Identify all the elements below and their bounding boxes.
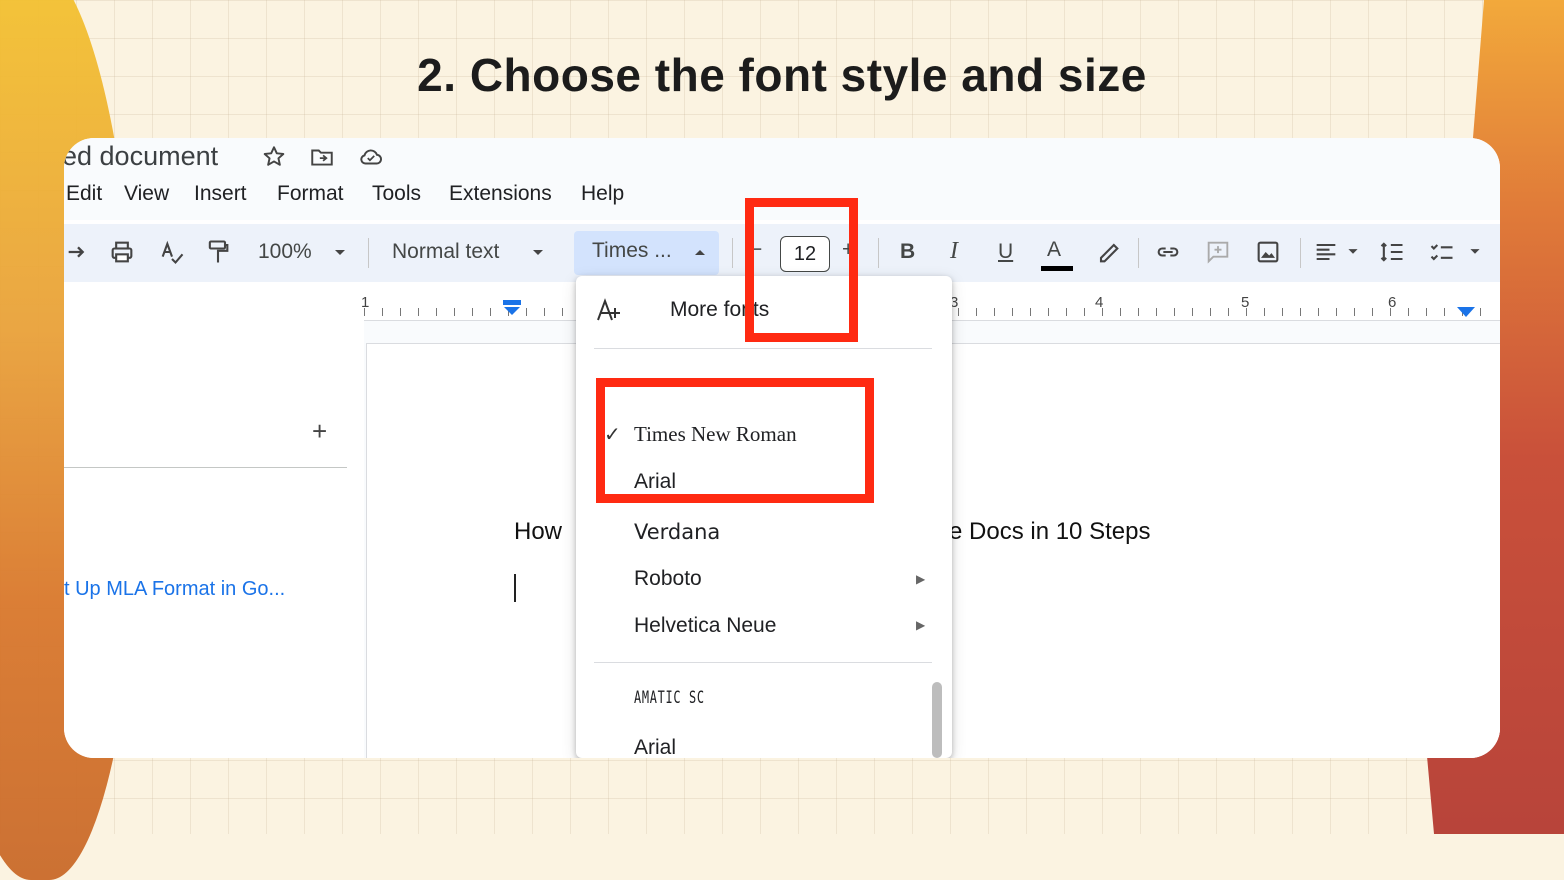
align-left-icon[interactable] [1312, 238, 1340, 266]
add-font-icon [597, 298, 620, 321]
highlight-color-icon[interactable] [1094, 238, 1122, 266]
underline-button[interactable]: U [998, 240, 1013, 264]
text-color-swatch [1041, 266, 1073, 271]
text-color-button[interactable]: A [1039, 232, 1075, 276]
menu-view[interactable]: View [124, 182, 169, 206]
ruler-mark: 1 [361, 294, 370, 311]
font-option-verdana[interactable]: Verdana [634, 520, 720, 544]
text-cursor [514, 574, 516, 602]
toolbar-divider [732, 238, 733, 268]
checklist-icon[interactable] [1428, 238, 1456, 266]
bold-button[interactable]: B [900, 240, 915, 264]
paragraph-style-select[interactable]: Normal text [392, 240, 499, 264]
insert-image-icon[interactable] [1254, 238, 1282, 266]
headline: 2. Choose the font style and size [417, 49, 1147, 101]
font-family-select[interactable]: Times ... [574, 231, 719, 275]
move-folder-icon[interactable] [309, 144, 335, 170]
zoom-select[interactable]: 100% [258, 240, 312, 264]
right-margin-marker-icon[interactable] [1456, 306, 1476, 318]
menu-scrollbar[interactable] [932, 682, 942, 758]
align-dropdown-icon[interactable] [1342, 240, 1364, 262]
paint-format-icon[interactable] [204, 238, 232, 266]
ruler-mark: 6 [1388, 294, 1397, 311]
menu-insert[interactable]: Insert [194, 182, 247, 206]
toolbar-divider [368, 238, 369, 268]
font-dropdown-up-icon [695, 250, 705, 255]
add-tab-button[interactable]: + [312, 416, 327, 447]
ruler-mark: 4 [1095, 294, 1104, 311]
style-dropdown-icon[interactable] [526, 240, 550, 264]
redo-icon[interactable] [64, 238, 92, 266]
document-outline-panel: + t Up MLA Format in Go... [64, 320, 364, 758]
submenu-arrow-icon: ▶ [916, 572, 926, 586]
font-option-roboto[interactable]: Roboto [634, 567, 702, 591]
font-family-value: Times ... [592, 239, 672, 262]
font-option-helvetica-neue[interactable]: Helvetica Neue [634, 614, 776, 638]
outline-heading-link[interactable]: t Up MLA Format in Go... [64, 578, 285, 601]
checklist-dropdown-icon[interactable] [1464, 240, 1486, 262]
font-option-amatic-sc[interactable]: AMATIC SC [634, 688, 705, 708]
menu-help[interactable]: Help [581, 182, 624, 206]
spellcheck-icon[interactable] [158, 238, 186, 266]
outline-divider [64, 467, 347, 468]
menu-divider [594, 348, 932, 349]
print-icon[interactable] [108, 238, 136, 266]
add-comment-icon[interactable] [1204, 238, 1232, 266]
ruler-mark: 5 [1241, 294, 1250, 311]
toolbar-divider [1300, 238, 1301, 268]
star-icon[interactable] [261, 144, 287, 170]
document-title[interactable]: ed document [64, 141, 218, 172]
menu-divider [594, 662, 932, 663]
submenu-arrow-icon: ▶ [916, 618, 926, 632]
insert-link-icon[interactable] [1154, 238, 1182, 266]
italic-button[interactable]: I [950, 238, 958, 265]
menu-extensions[interactable]: Extensions [449, 182, 552, 206]
title-bar: ed document [64, 138, 1500, 180]
document-text-left: How [514, 518, 563, 545]
document-text-right: e Docs in 10 Steps [949, 518, 1151, 545]
font-size-highlight-box [745, 198, 858, 342]
text-color-label: A [1047, 238, 1062, 261]
font-choice-highlight-box [596, 378, 874, 503]
toolbar-divider [878, 238, 879, 268]
font-dropdown-menu: More fonts RECENT ✓ Times New Roman Aria… [576, 276, 952, 758]
menu-edit[interactable]: Edit [66, 182, 102, 206]
toolbar-divider [1138, 238, 1139, 268]
zoom-dropdown-icon[interactable] [328, 240, 352, 264]
font-option-arial-all[interactable]: Arial [634, 736, 676, 758]
line-spacing-icon[interactable] [1378, 238, 1406, 266]
indent-marker-icon[interactable] [502, 300, 522, 316]
cloud-saved-icon[interactable] [358, 144, 384, 170]
menu-tools[interactable]: Tools [372, 182, 421, 206]
menu-format[interactable]: Format [277, 182, 344, 206]
